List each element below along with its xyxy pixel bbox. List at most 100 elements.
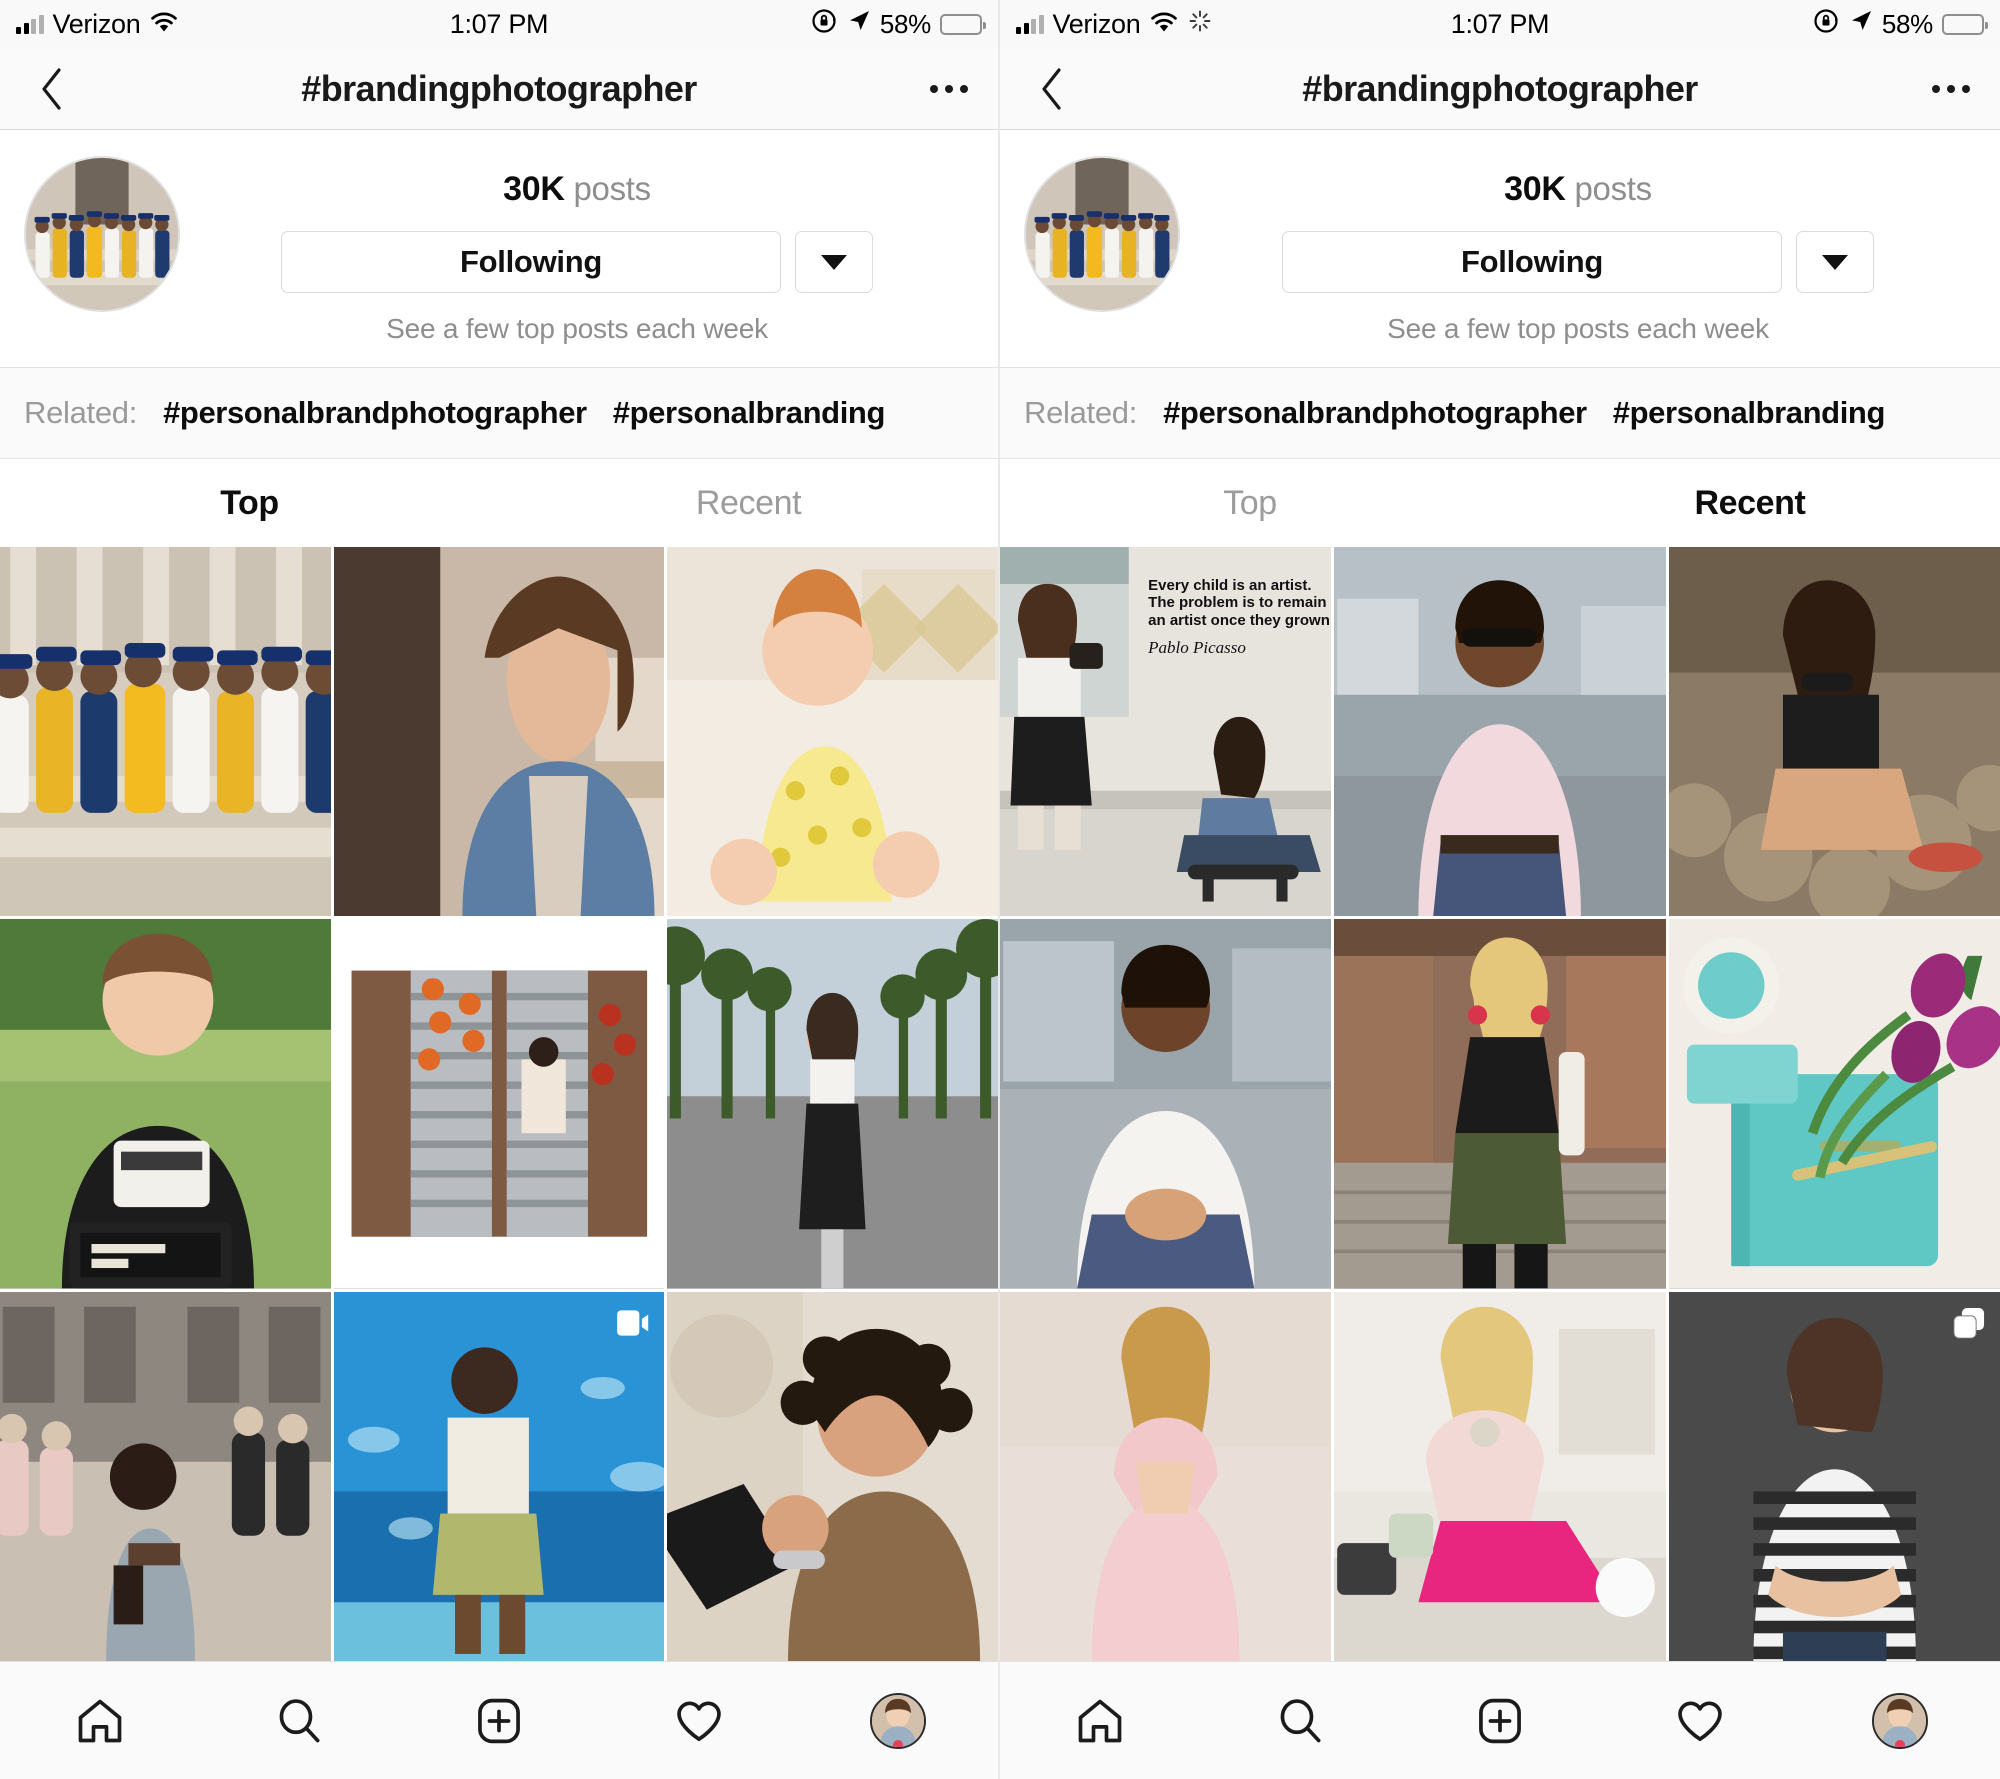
tab-top[interactable]: Top (1000, 459, 1500, 547)
notification-dot (893, 1739, 904, 1747)
page-title: #brandingphotographer (1302, 67, 1698, 109)
grid-photo-graduates-on-steps[interactable] (0, 547, 331, 917)
tab-recent[interactable]: Recent (499, 459, 998, 547)
status-bar: Verizon 1:07 PM 58% (1000, 0, 2000, 48)
chevron-down-icon[interactable] (795, 231, 873, 293)
rotation-lock-icon (812, 8, 838, 41)
posts-count-line: 30K posts (1504, 170, 1652, 209)
status-bar-right: 58% (1645, 8, 1988, 41)
side-by-side-screenshot-comparison: Verizon 1:07 PM 58% #brandingphotographe… (0, 0, 2000, 1779)
tab-recent[interactable]: Recent (1500, 459, 2000, 547)
activity-heart-icon[interactable] (599, 1695, 799, 1747)
signal-bars-icon (1016, 14, 1044, 34)
related-hashtags-row[interactable]: Related: #personalbrandphotographer #per… (0, 367, 998, 459)
grid-photo-baby-laughing-on-bed[interactable] (667, 547, 998, 917)
more-options-button[interactable] (930, 84, 968, 93)
wifi-icon (1149, 9, 1179, 40)
wifi-icon (149, 9, 179, 40)
video-icon (614, 1304, 652, 1342)
battery-percent-label: 58% (879, 8, 931, 39)
grid-photo-boy-with-letterboard[interactable] (0, 919, 331, 1289)
phone-screenshot-left: Verizon 1:07 PM 58% #brandingphotographe… (0, 0, 1000, 1779)
related-tag-1[interactable]: #personalbrandphotographer (163, 395, 587, 431)
home-icon[interactable] (0, 1695, 200, 1747)
carrier-label: Verizon (1052, 8, 1141, 39)
add-post-icon[interactable] (1400, 1695, 1600, 1747)
grid-tabs: Top Recent (0, 459, 998, 547)
tab-top[interactable]: Top (0, 459, 499, 547)
avatar[interactable] (870, 1692, 927, 1749)
grid-photo-woman-palm-tree-street[interactable] (667, 919, 998, 1289)
profile-details: 30K posts Following See a few top posts … (180, 156, 974, 345)
notification-dot (1895, 1739, 1905, 1747)
rotation-lock-icon (1814, 8, 1840, 41)
avatar[interactable] (1872, 1692, 1928, 1749)
related-tag-2[interactable]: #personalbranding (613, 395, 886, 431)
grid-photo-bride-back-view[interactable] (0, 1291, 331, 1661)
grid-photo-woman-pink-gown[interactable] (1000, 1291, 1332, 1661)
home-icon[interactable] (1000, 1695, 1200, 1747)
add-post-icon[interactable] (399, 1695, 599, 1747)
grid-photo-man-white-shirt-seated[interactable] (1000, 919, 1332, 1289)
battery-icon (940, 13, 986, 35)
bottom-tab-bar (0, 1661, 998, 1779)
status-bar-left: Verizon (1016, 9, 1355, 40)
posts-count-line: 30K posts (503, 170, 651, 209)
following-button[interactable]: Following (281, 231, 781, 293)
status-bar-clock: 1:07 PM (449, 8, 549, 39)
profile-avatar-icon[interactable] (798, 1692, 998, 1749)
grid-photo-escalator-overhead[interactable] (333, 919, 665, 1289)
search-icon[interactable] (1200, 1695, 1400, 1747)
related-hashtags-row[interactable]: Related: #personalbrandphotographer #per… (1000, 367, 2000, 459)
following-button[interactable]: Following (1282, 231, 1782, 293)
grid-photo-woman-laughing-pink-pants[interactable] (1334, 1291, 1666, 1661)
grid-photo-woman-at-aquarium[interactable] (333, 1291, 665, 1661)
phone-screenshot-right: Verizon 1:07 PM 58% #brandingphotographe… (1000, 0, 2000, 1779)
back-button[interactable] (30, 67, 74, 111)
grid-photo-woman-denim-jacket[interactable] (333, 547, 665, 917)
profile-details: 30K posts Following See a few top posts … (1180, 156, 1976, 345)
search-icon[interactable] (200, 1695, 400, 1747)
grid-photo-woman-striped-shirt-gray[interactable] (1668, 1291, 2000, 1661)
post-grid: Every child is an artist. The problem is… (1000, 547, 2000, 1661)
location-arrow-icon (847, 9, 871, 40)
quote-overlay: Every child is an artist. The problem is… (1148, 577, 1331, 658)
related-label: Related: (24, 395, 138, 430)
battery-icon (1942, 13, 1988, 35)
follow-controls: Following (180, 231, 974, 293)
hashtag-avatar[interactable] (24, 156, 180, 312)
follow-subtitle: See a few top posts each week (386, 313, 768, 344)
back-button[interactable] (1030, 67, 1074, 111)
chevron-down-icon[interactable] (1796, 231, 1874, 293)
posts-count: 30K (1504, 170, 1566, 208)
battery-percent-label: 58% (1881, 8, 1933, 39)
location-arrow-icon (1849, 9, 1873, 40)
grid-photo-woman-laughing-curly-hair[interactable] (667, 1291, 998, 1661)
grid-photo-tulips-planner-flatlay[interactable] (1668, 919, 2000, 1289)
hashtag-profile-header: 30K posts Following See a few top posts … (0, 130, 998, 367)
nav-bar: #brandingphotographer (1000, 48, 2000, 130)
carrier-label: Verizon (52, 8, 141, 39)
more-options-button[interactable] (1932, 84, 1970, 93)
quote-line-1: Every child is an artist. (1148, 576, 1312, 594)
grid-photo-picasso-quote-photoshoot[interactable]: Every child is an artist. The problem is… (1000, 547, 1332, 917)
grid-photo-woman-sitting-on-rocks[interactable] (1668, 547, 2000, 917)
bottom-tab-bar (1000, 1661, 2000, 1779)
follow-subtitle: See a few top posts each week (1387, 313, 1769, 344)
status-bar-left: Verizon (16, 9, 354, 40)
hashtag-profile-header: 30K posts Following See a few top posts … (1000, 130, 2000, 367)
profile-avatar-icon[interactable] (1800, 1692, 2000, 1749)
related-label: Related: (1024, 395, 1138, 430)
post-grid (0, 547, 998, 1661)
status-bar-clock: 1:07 PM (1450, 8, 1550, 39)
related-tag-1[interactable]: #personalbrandphotographer (1163, 395, 1587, 431)
hashtag-avatar[interactable] (1024, 156, 1180, 312)
related-tag-2[interactable]: #personalbranding (1613, 395, 1886, 431)
follow-controls: Following (1180, 231, 1976, 293)
grid-photo-woman-alley-black-dress[interactable] (1334, 919, 1666, 1289)
grid-photo-man-sunglasses-pink-shirt[interactable] (1334, 547, 1666, 917)
grid-tabs: Top Recent (1000, 459, 2000, 547)
posts-count: 30K (503, 170, 565, 208)
activity-heart-icon[interactable] (1600, 1695, 1800, 1747)
loading-spinner-icon (1188, 9, 1212, 40)
